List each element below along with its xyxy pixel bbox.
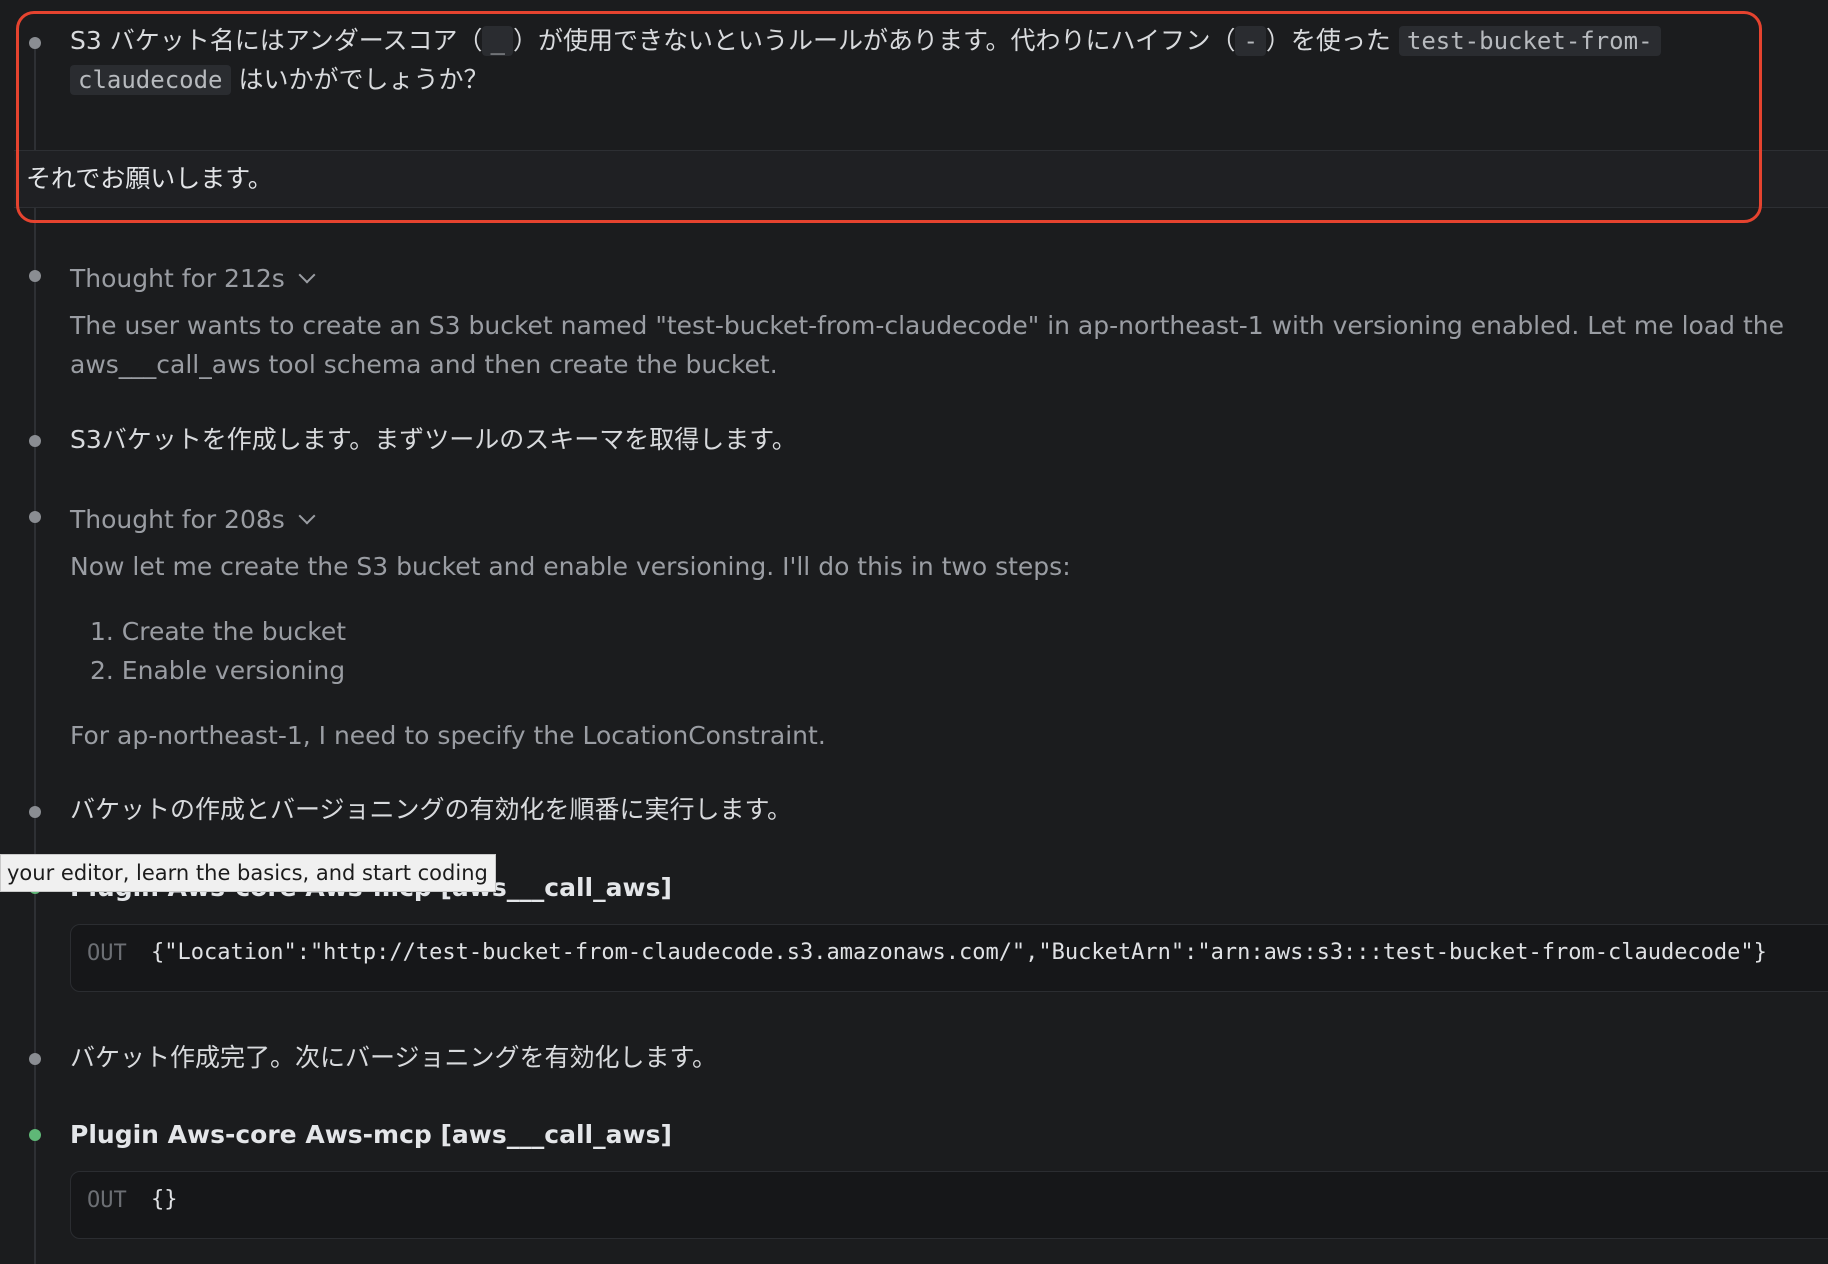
user-message: それでお願いします。 <box>14 150 1828 208</box>
timeline-bullet <box>29 806 41 818</box>
timeline-bullet <box>29 37 41 49</box>
underscore-code: _ <box>482 26 513 56</box>
assistant-note-text: ）を使った <box>1265 26 1391 55</box>
bucket-name-code: test-bucket-from- <box>1398 26 1661 56</box>
assistant-note-line2: claudecode はいかがでしょうか？ <box>70 60 488 100</box>
tooltip: your editor, learn the basics, and start… <box>0 854 496 892</box>
tool-output: OUT {"Location":"http://test-bucket-from… <box>70 924 1828 992</box>
tool-status-dot <box>29 1129 41 1141</box>
user-message-text: それでお願いします。 <box>26 164 273 193</box>
out-label: OUT <box>87 941 127 966</box>
assistant-note-text: はいかがでしょうか？ <box>238 65 489 94</box>
thought-toggle[interactable]: Thought for 212s <box>70 259 316 298</box>
thought-step: 2. Enable versioning <box>90 656 346 685</box>
timeline-line <box>34 40 36 1264</box>
thought-label: Thought for 212s <box>70 264 285 293</box>
out-value: {} <box>151 1187 178 1212</box>
chevron-down-icon <box>298 266 316 284</box>
timeline-bullet <box>29 270 41 282</box>
chevron-down-icon <box>298 507 316 525</box>
thought-text: Now let me create the S3 bucket and enab… <box>70 552 1071 581</box>
thought-label: Thought for 208s <box>70 505 285 534</box>
thought-step: 1. Create the bucket <box>90 617 347 646</box>
assistant-note-line1: S3 バケット名にはアンダースコア（ _ ）が使用できないというルールがあります。代… <box>70 21 1661 61</box>
assistant-message: S3バケットを作成します。まずツールのスキーマを取得します。 <box>70 425 797 454</box>
hyphen-code: - <box>1235 26 1266 56</box>
assistant-note-text: ）が使用できないというルールがあります。代わりにハイフン（ <box>512 26 1236 55</box>
timeline-bullet <box>29 435 41 447</box>
assistant-note-text: S3 バケット名にはアンダースコア（ <box>70 26 483 55</box>
thought-toggle[interactable]: Thought for 208s <box>70 500 316 539</box>
thought-text: For ap-northeast-1, I need to specify th… <box>70 721 826 750</box>
assistant-message: バケットの作成とバージョニングの有効化を順番に実行します。 <box>70 795 793 824</box>
thought-text: The user wants to create an S3 bucket na… <box>70 311 1784 340</box>
out-value: {"Location":"http://test-bucket-from-cla… <box>151 940 1767 965</box>
tool-output: OUT {} <box>70 1171 1828 1239</box>
chat-transcript: S3 バケット名にはアンダースコア（ _ ）が使用できないというルールがあります。代… <box>0 0 1828 1264</box>
thought-text: aws___call_aws tool schema and then crea… <box>70 350 778 379</box>
timeline-bullet <box>29 1053 41 1065</box>
bucket-name-code: claudecode <box>70 65 231 95</box>
assistant-message: バケット作成完了。次にバージョニングを有効化します。 <box>70 1043 718 1072</box>
out-label: OUT <box>87 1188 127 1213</box>
timeline-bullet <box>29 511 41 523</box>
tool-call-title[interactable]: Plugin Aws-core Aws-mcp [aws___call_aws] <box>70 1115 672 1154</box>
